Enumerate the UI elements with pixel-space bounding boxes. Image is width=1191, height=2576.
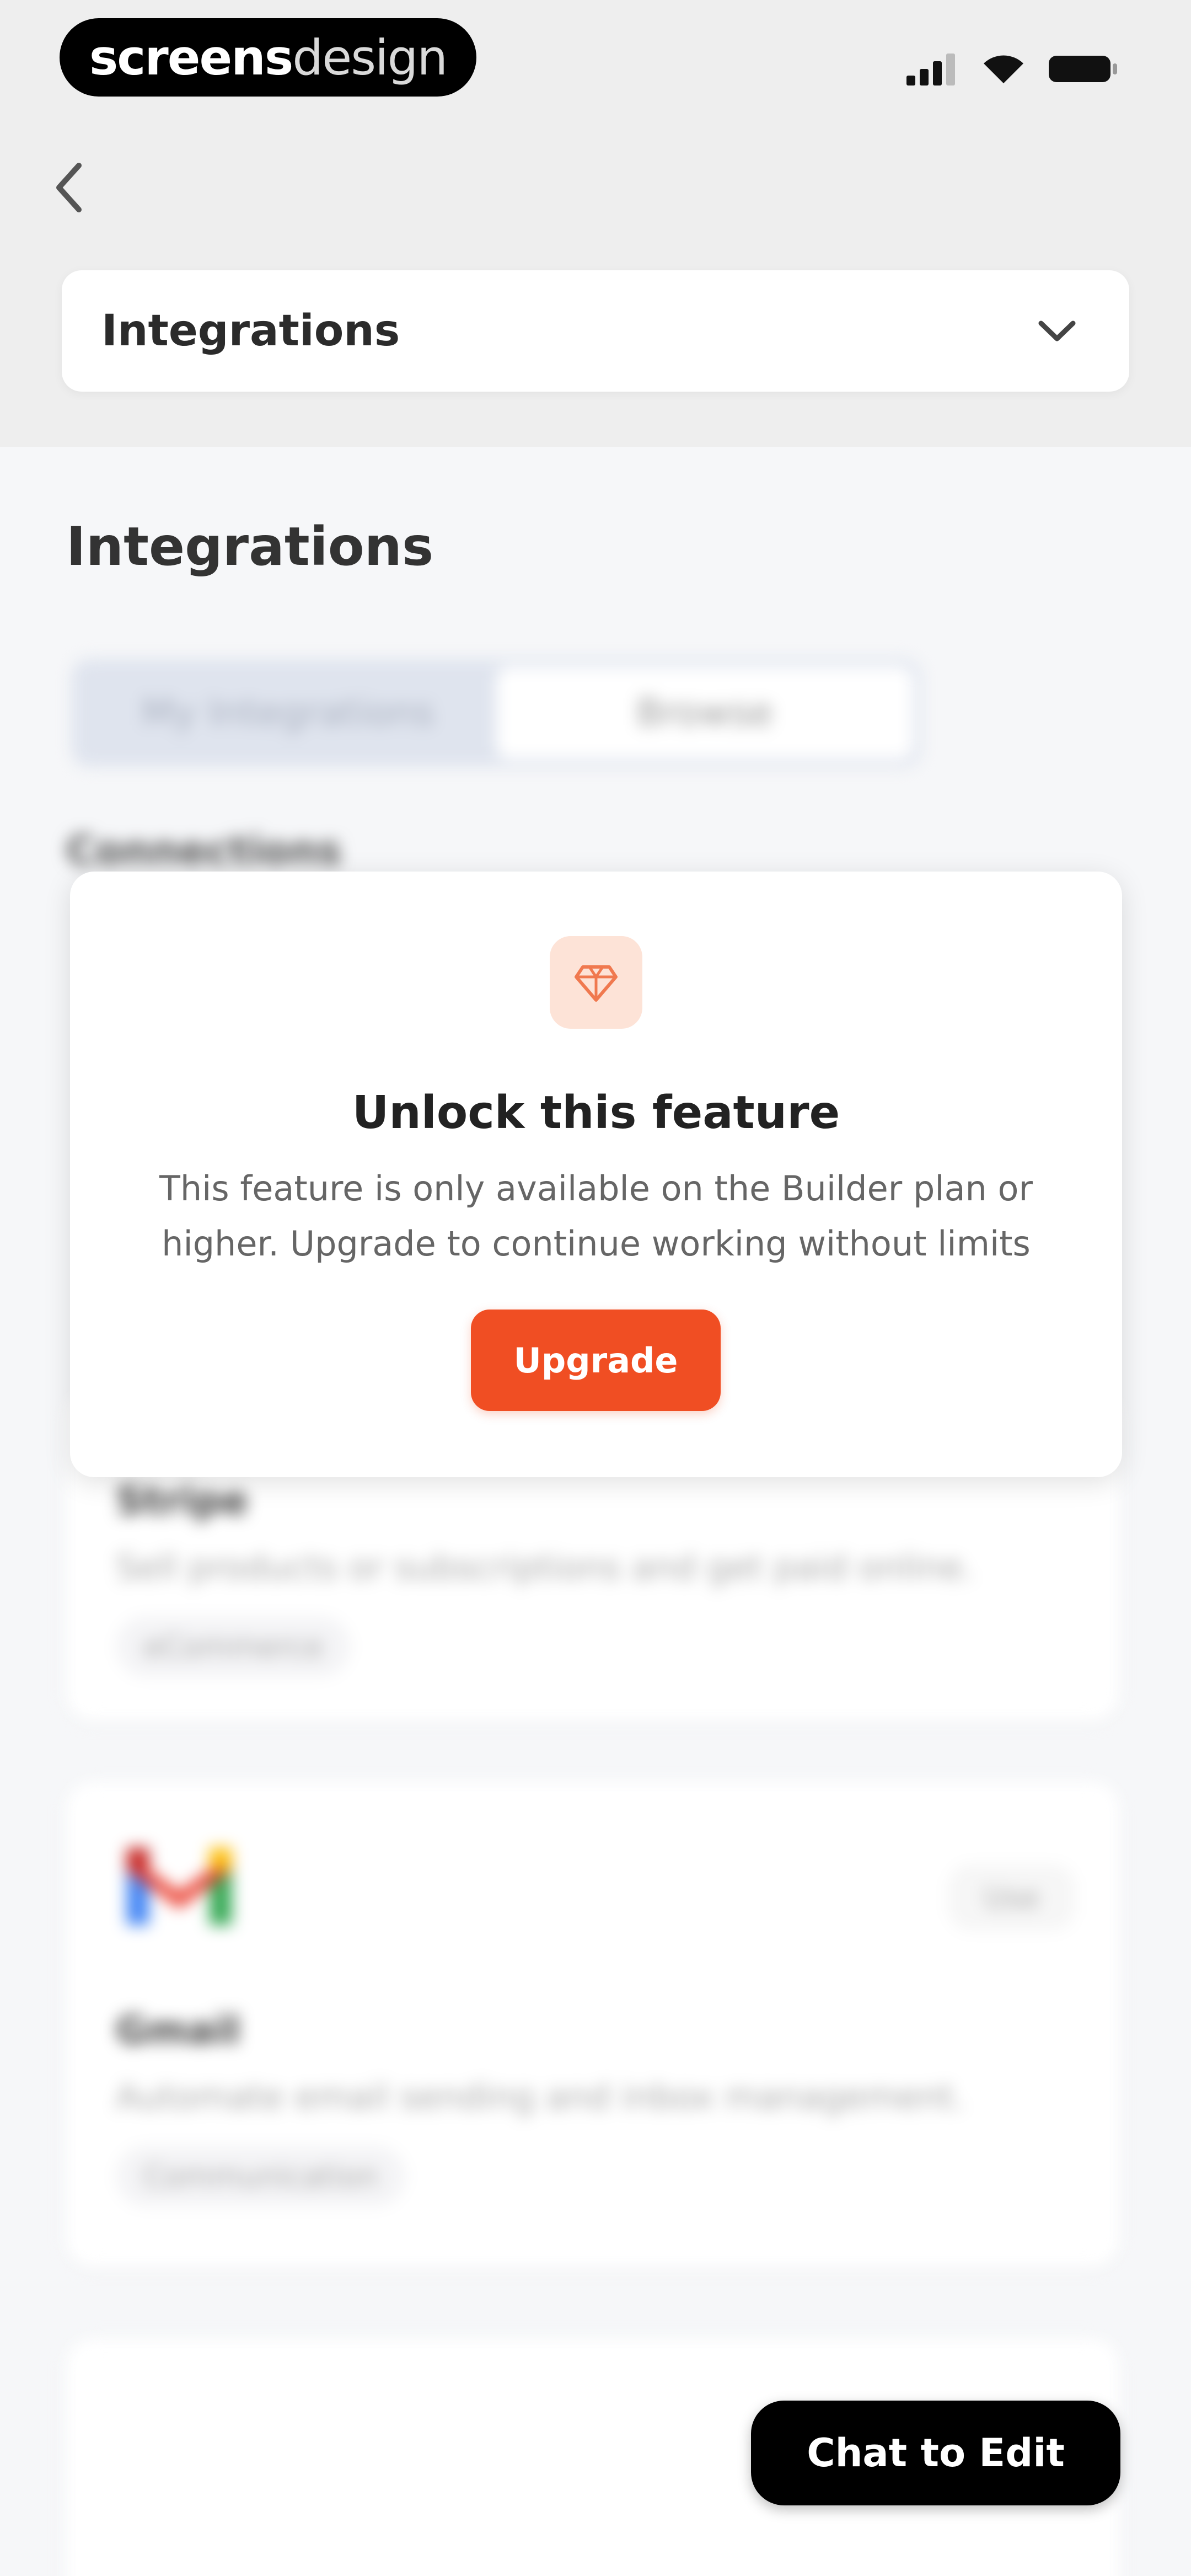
page-title: Integrations [66, 516, 434, 578]
back-button[interactable] [44, 154, 94, 221]
integration-description: Sell products or subscriptions and get p… [116, 1547, 974, 1588]
modal-title: Unlock this feature [352, 1087, 840, 1139]
use-button[interactable]: Use [948, 1864, 1075, 1931]
app-screen: screens design Integrations Integrations… [0, 0, 1191, 2576]
integration-tag: Communication [116, 2146, 406, 2206]
integration-tag: eCommerce [116, 1616, 351, 1677]
upgrade-modal: Unlock this feature This feature is only… [70, 872, 1122, 1477]
section-selector-value: Integrations [101, 306, 400, 356]
integration-name: Stripe [116, 1478, 248, 1524]
top-bar: screens design Integrations [0, 0, 1191, 447]
integration-description: Automate email sending and inbox managem… [116, 2077, 965, 2117]
wifi-icon [984, 55, 1023, 83]
status-icons [906, 50, 1119, 88]
integration-card-gmail[interactable]: Use Gmail Automate email sending and inb… [66, 1782, 1119, 2267]
tab-my-integrations[interactable]: My Integrations [79, 667, 496, 759]
brand-pill: screens design [60, 18, 476, 97]
gmail-icon [127, 1848, 232, 1925]
upgrade-button[interactable]: Upgrade [471, 1310, 721, 1411]
diamond-icon [575, 965, 618, 1002]
integration-name: Gmail [116, 2008, 240, 2053]
chat-to-edit-button[interactable]: Chat to Edit [751, 2401, 1120, 2505]
tabs-segmented: My Integrations Browse [72, 659, 921, 767]
section-selector[interactable]: Integrations [62, 270, 1129, 392]
signal-icon [906, 54, 955, 85]
brand-bold: screens [89, 29, 293, 86]
section-label: Connections [66, 827, 342, 874]
battery-icon [1049, 56, 1117, 82]
chevron-down-icon [1038, 320, 1076, 341]
feature-icon-box [550, 936, 642, 1029]
tab-browse[interactable]: Browse [496, 667, 913, 759]
modal-body: This feature is only available on the Bu… [159, 1168, 1033, 1264]
brand-light: design [292, 29, 448, 86]
chevron-left-icon [56, 163, 82, 212]
